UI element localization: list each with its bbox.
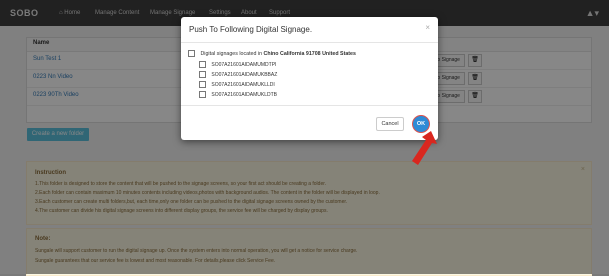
device-checkbox[interactable] — [199, 71, 206, 78]
device-id: SO07A21601AIDAMUKLLDI — [211, 81, 275, 88]
device-id: SO07A21601AIDAMUKLDTB — [211, 91, 277, 98]
device-checkbox[interactable] — [199, 91, 206, 98]
location-name: Chino California 91708 United States — [263, 50, 356, 57]
modal-title: Push To Following Digital Signage. — [189, 25, 313, 34]
location-prefix: Digital signages located in — [200, 50, 263, 57]
modal-header: Push To Following Digital Signage. × — [181, 17, 438, 43]
device-checkbox[interactable] — [199, 81, 206, 88]
pointer-arrow-icon — [412, 131, 437, 165]
device-id: SO07A21601AIDAMUMDTPI — [211, 61, 277, 68]
device-checkbox-row[interactable]: SO07A21601AIDAMUKBBAZ — [199, 71, 277, 78]
device-checkbox-row[interactable]: SO07A21601AIDAMUKLDTB — [199, 91, 277, 98]
device-checkbox-row[interactable]: SO07A21601AIDAMUKLLDI — [199, 81, 275, 88]
modal-footer: Cancel OK — [181, 105, 438, 141]
cancel-button[interactable]: Cancel — [376, 117, 404, 131]
location-checkbox-row[interactable]: Digital signages located in Chino Califo… — [188, 50, 356, 57]
location-checkbox[interactable] — [188, 50, 195, 57]
push-signage-modal: Push To Following Digital Signage. × Dig… — [181, 17, 438, 140]
modal-body: Digital signages located in Chino Califo… — [181, 43, 438, 105]
device-id: SO07A21601AIDAMUKBBAZ — [211, 71, 278, 78]
device-checkbox-row[interactable]: SO07A21601AIDAMUMDTPI — [199, 61, 276, 68]
device-checkbox[interactable] — [199, 61, 206, 68]
close-icon[interactable]: × — [425, 23, 430, 32]
